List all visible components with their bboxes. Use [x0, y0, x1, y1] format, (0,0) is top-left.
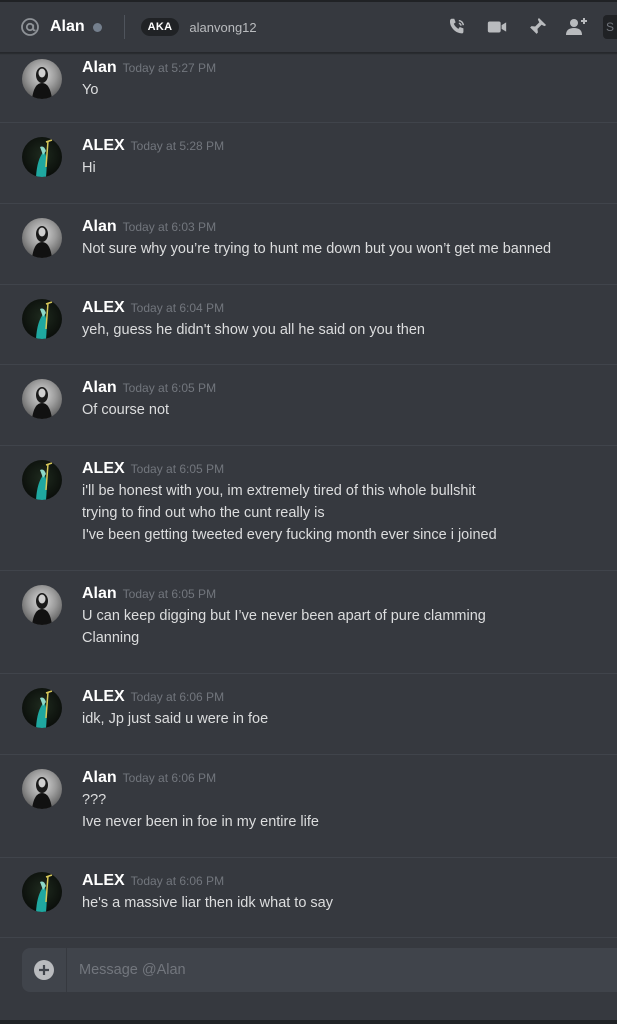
message-text: Yo [82, 82, 99, 98]
message-item[interactable]: Alan Today at 6:05 PM Of course not [0, 365, 617, 446]
message-list: Alan Today at 5:27 PM Yo ALEX Today at 5:28 … [0, 53, 617, 938]
message-timestamp: Today at 6:06 PM [122, 771, 217, 785]
composer-divider [66, 948, 67, 992]
message-item[interactable]: ALEX Today at 6:06 PM idk, Jp just said u … [0, 674, 617, 755]
pin-icon[interactable] [525, 15, 549, 39]
channel-header: Alan AKA alanvong12 S [0, 2, 617, 53]
message-header: ALEX Today at 6:06 PM [82, 872, 617, 890]
message-timestamp: Today at 6:05 PM [122, 587, 217, 601]
avatar[interactable] [22, 299, 62, 339]
message-text: yeh, guess he didn't show you all he sai… [82, 322, 425, 338]
message-timestamp: Today at 6:05 PM [122, 381, 217, 395]
message-text: Ive never been in foe in my entire life [82, 814, 319, 830]
call-icon[interactable] [445, 15, 469, 39]
message-item[interactable]: Alan Today at 6:03 PM Not sure why you’re … [0, 204, 617, 285]
message-text: trying to find out who the cunt really i… [82, 505, 325, 521]
message-timestamp: Today at 6:05 PM [130, 462, 225, 476]
avatar[interactable] [22, 872, 62, 912]
message-header: ALEX Today at 6:05 PM [82, 460, 617, 478]
message-item[interactable]: ALEX Today at 6:06 PM he's a massive liar … [0, 858, 617, 938]
message-item[interactable]: Alan Today at 6:05 PM U can keep digging b… [0, 571, 617, 674]
message-header: Alan Today at 6:06 PM [82, 769, 617, 787]
message-header: Alan Today at 6:05 PM [82, 585, 617, 603]
message-timestamp: Today at 6:04 PM [130, 301, 225, 315]
message-author[interactable]: ALEX [82, 460, 125, 478]
header-divider [123, 15, 125, 39]
message-text: Not sure why you’re trying to hunt me do… [82, 241, 552, 257]
bottom-edge [0, 1020, 617, 1024]
message-header: Alan Today at 6:03 PM [82, 218, 617, 236]
message-header: ALEX Today at 5:28 PM [82, 137, 617, 155]
message-timestamp: Today at 6:06 PM [130, 874, 225, 888]
message-header: Alan Today at 5:27 PM [82, 59, 617, 77]
message-text: Hi [82, 160, 96, 176]
avatar[interactable] [22, 460, 62, 500]
message-timestamp: Today at 5:28 PM [130, 139, 225, 153]
message-author[interactable]: Alan [82, 379, 117, 397]
message-item[interactable]: ALEX Today at 6:04 PM yeh, guess he didn't… [0, 285, 617, 365]
message-header: Alan Today at 6:05 PM [82, 379, 617, 397]
avatar[interactable] [22, 585, 62, 625]
message-text: Of course not [82, 402, 170, 418]
message-text: ??? [82, 792, 107, 808]
message-text: he's a massive liar then idk what to say [82, 895, 333, 911]
search-input[interactable]: S [603, 15, 617, 39]
message-author[interactable]: Alan [82, 769, 117, 787]
message-header: ALEX Today at 6:06 PM [82, 688, 617, 706]
message-text: U can keep digging but I’ve never been a… [82, 608, 486, 624]
header-toolbar: S [429, 2, 617, 52]
message-input[interactable] [77, 961, 617, 979]
dm-username[interactable]: Alan [50, 18, 85, 36]
message-author[interactable]: Alan [82, 59, 117, 77]
message-header: ALEX Today at 6:04 PM [82, 299, 617, 317]
message-text: I've been getting tweeted every fucking … [82, 527, 497, 543]
message-timestamp: Today at 5:27 PM [122, 61, 217, 75]
message-author[interactable]: ALEX [82, 137, 125, 155]
status-indicator [92, 22, 102, 32]
message-author[interactable]: Alan [82, 585, 117, 603]
avatar[interactable] [22, 59, 62, 99]
message-text: idk, Jp just said u were in foe [82, 711, 269, 727]
message-author[interactable]: Alan [82, 218, 117, 236]
avatar[interactable] [22, 769, 62, 809]
video-icon[interactable] [485, 15, 509, 39]
message-item[interactable]: Alan Today at 5:27 PM Yo [0, 53, 617, 123]
avatar[interactable] [22, 688, 62, 728]
message-text: Clanning [82, 630, 140, 646]
message-item[interactable]: ALEX Today at 5:28 PM Hi [0, 123, 617, 204]
avatar[interactable] [22, 218, 62, 258]
message-timestamp: Today at 6:03 PM [122, 220, 217, 234]
avatar[interactable] [22, 379, 62, 419]
aka-name: alanvong12 [189, 19, 257, 35]
at-icon [20, 17, 40, 37]
message-timestamp: Today at 6:06 PM [130, 690, 225, 704]
message-text: i'll be honest with you, im extremely ti… [82, 483, 476, 499]
attach-plus-icon[interactable] [34, 960, 54, 980]
message-author[interactable]: ALEX [82, 688, 125, 706]
message-item[interactable]: Alan Today at 6:06 PM??? Ive never been in… [0, 755, 617, 858]
message-author[interactable]: ALEX [82, 872, 125, 890]
add-friend-icon[interactable] [565, 15, 589, 39]
message-author[interactable]: ALEX [82, 299, 125, 317]
aka-badge[interactable]: AKA [140, 18, 180, 36]
message-item[interactable]: ALEX Today at 6:05 PM i'll be honest with … [0, 446, 617, 571]
avatar[interactable] [22, 137, 62, 177]
message-composer [22, 948, 617, 992]
dm-window: Alan AKA alanvong12 S Alan Today at 5:27… [0, 0, 617, 1024]
